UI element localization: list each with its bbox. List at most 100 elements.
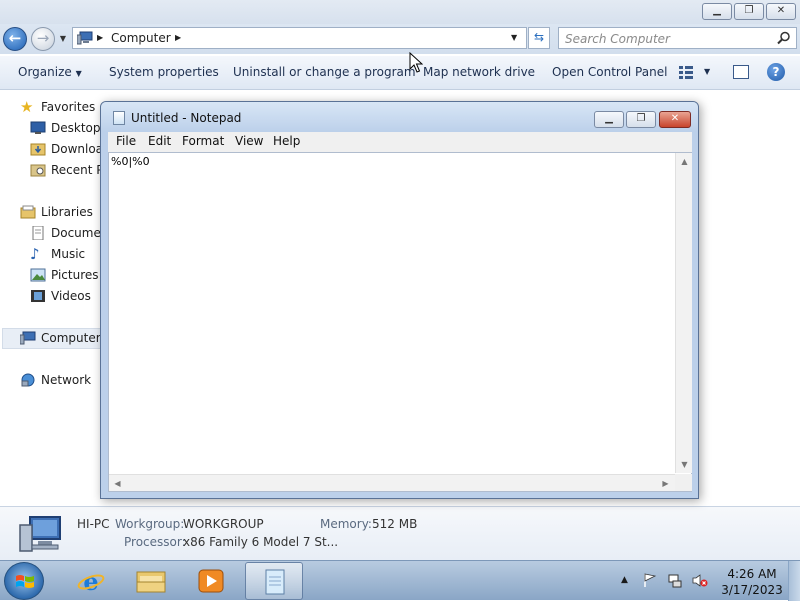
scroll-up-icon[interactable]: ▲ xyxy=(676,153,693,170)
computer-name: HI-PC xyxy=(77,517,110,531)
explorer-minimize-button[interactable]: ▁ xyxy=(702,3,732,20)
help-icon[interactable]: ? xyxy=(767,63,785,81)
uninstall-program-button[interactable]: Uninstall or change a program xyxy=(233,56,416,90)
folder-icon xyxy=(136,571,166,593)
notepad-text-area[interactable]: %0|%0 ▲ ▼ ◀ ▶ xyxy=(108,152,692,492)
organize-label: Organize xyxy=(18,65,72,79)
taskbar-windows-explorer[interactable] xyxy=(122,562,180,600)
notepad-title: Untitled - Notepad xyxy=(131,111,242,125)
action-center-flag-icon[interactable] xyxy=(643,573,657,588)
show-hidden-icons-icon[interactable]: ▲ xyxy=(621,575,628,585)
pictures-icon xyxy=(30,268,46,282)
notepad-content[interactable]: %0|%0 xyxy=(111,155,150,169)
taskbar-media-player[interactable] xyxy=(182,562,240,600)
workgroup-value: WORKGROUP xyxy=(183,517,264,531)
organize-button[interactable]: Organize ▼ xyxy=(18,56,82,90)
scroll-down-icon[interactable]: ▼ xyxy=(676,456,693,473)
menu-view[interactable]: View xyxy=(235,132,263,152)
libraries-icon xyxy=(20,205,36,219)
windows-logo-icon xyxy=(16,575,34,588)
mouse-cursor-icon xyxy=(409,52,423,73)
taskbar-notepad[interactable] xyxy=(245,562,303,600)
search-input[interactable] xyxy=(565,31,770,46)
nav-computer-label: Computer xyxy=(41,331,101,345)
preview-pane-icon[interactable] xyxy=(733,65,749,79)
network-icon xyxy=(21,373,35,387)
memory-value: 512 MB xyxy=(372,517,418,531)
notepad-close-button[interactable]: ✕ xyxy=(659,111,691,128)
network-status-icon[interactable] xyxy=(668,573,682,588)
explorer-close-button[interactable]: ✕ xyxy=(766,3,796,20)
start-button[interactable] xyxy=(4,562,44,600)
downloads-folder-icon xyxy=(30,143,46,156)
notepad-taskbar-icon xyxy=(265,569,285,595)
clock-date[interactable]: 3/17/2023 xyxy=(719,583,785,597)
recent-places-icon xyxy=(30,164,46,177)
nav-libraries-label: Libraries xyxy=(41,205,93,219)
nav-videos-label: Videos xyxy=(51,289,91,303)
navigation-bar: ← → ▼ ▶ Computer ▶ ▼ ⇆ xyxy=(0,24,800,54)
notepad-maximize-button[interactable]: ❐ xyxy=(626,111,656,128)
notepad-titlebar[interactable]: Untitled - Notepad ▁ ❐ ✕ xyxy=(101,102,698,132)
memory-label: Memory: xyxy=(320,517,372,531)
explorer-maximize-button[interactable]: ❐ xyxy=(734,3,764,20)
horizontal-scrollbar[interactable]: ◀ ▶ xyxy=(109,474,675,491)
menu-help[interactable]: Help xyxy=(273,132,300,152)
music-note-icon: ♪ xyxy=(30,245,40,263)
details-pane: HI-PC Workgroup: WORKGROUP Memory: 512 M… xyxy=(0,506,800,560)
command-bar: Organize ▼ System properties Uninstall o… xyxy=(0,56,800,90)
notepad-menubar: File Edit Format View Help xyxy=(108,132,692,152)
refresh-button[interactable]: ⇆ xyxy=(528,27,550,49)
view-options-dropdown-icon[interactable]: ▼ xyxy=(704,56,710,90)
change-view-icon[interactable] xyxy=(678,65,694,79)
open-control-panel-button[interactable]: Open Control Panel xyxy=(552,56,667,90)
breadcrumb-computer[interactable]: Computer xyxy=(111,31,171,45)
workgroup-label: Workgroup: xyxy=(115,517,185,531)
system-properties-button[interactable]: System properties xyxy=(109,56,219,90)
search-box[interactable] xyxy=(558,27,797,49)
videos-icon xyxy=(31,290,45,302)
notepad-icon xyxy=(113,111,125,125)
scroll-left-icon[interactable]: ◀ xyxy=(109,475,126,492)
resize-grip[interactable] xyxy=(675,474,692,491)
breadcrumb-chevron-icon[interactable]: ▶ xyxy=(175,31,181,45)
clock-time[interactable]: 4:26 AM xyxy=(722,567,782,581)
address-dropdown-icon[interactable]: ▼ xyxy=(511,31,517,45)
chevron-down-icon: ▼ xyxy=(75,69,82,78)
scroll-right-icon[interactable]: ▶ xyxy=(657,475,674,492)
computer-icon xyxy=(77,31,93,45)
menu-file[interactable]: File xyxy=(116,132,136,152)
explorer-titlebar: ▁ ❐ ✕ xyxy=(0,0,800,24)
processor-value: x86 Family 6 Model 7 St... xyxy=(183,535,339,549)
processor-label: Processor: xyxy=(124,535,186,549)
media-player-icon xyxy=(198,569,224,593)
nav-network-label: Network xyxy=(41,373,92,387)
nav-desktop-label: Desktop xyxy=(51,121,101,135)
menu-format[interactable]: Format xyxy=(182,132,224,152)
forward-button[interactable]: → xyxy=(31,27,55,51)
internet-explorer-icon: e xyxy=(77,568,105,594)
address-bar[interactable]: ▶ Computer ▶ ▼ xyxy=(72,27,527,49)
taskbar-internet-explorer[interactable]: e xyxy=(62,562,120,600)
notepad-minimize-button[interactable]: ▁ xyxy=(594,111,624,128)
svg-text:e: e xyxy=(83,568,98,594)
recent-pages-dropdown[interactable]: ▼ xyxy=(57,32,69,46)
notepad-window: Untitled - Notepad ▁ ❐ ✕ File Edit Forma… xyxy=(100,101,699,499)
show-desktop-button[interactable] xyxy=(788,561,800,601)
star-icon: ★ xyxy=(20,98,34,116)
computer-icon xyxy=(20,331,36,345)
back-button[interactable]: ← xyxy=(3,27,27,51)
map-network-drive-button[interactable]: Map network drive xyxy=(423,56,535,90)
nav-music-label: Music xyxy=(51,247,86,261)
documents-icon xyxy=(32,226,44,240)
computer-large-icon xyxy=(19,516,61,552)
breadcrumb-separator-icon[interactable]: ▶ xyxy=(97,31,103,45)
nav-pictures-label: Pictures xyxy=(51,268,99,282)
menu-edit[interactable]: Edit xyxy=(148,132,171,152)
desktop-icon xyxy=(30,121,46,134)
volume-muted-icon[interactable] xyxy=(692,573,708,588)
vertical-scrollbar[interactable]: ▲ ▼ xyxy=(675,153,692,473)
nav-favorites-label: Favorites xyxy=(41,100,96,114)
search-icon[interactable] xyxy=(777,31,791,45)
taskbar: e ▲ 4:26 AM 3/17/2023 xyxy=(0,560,800,601)
